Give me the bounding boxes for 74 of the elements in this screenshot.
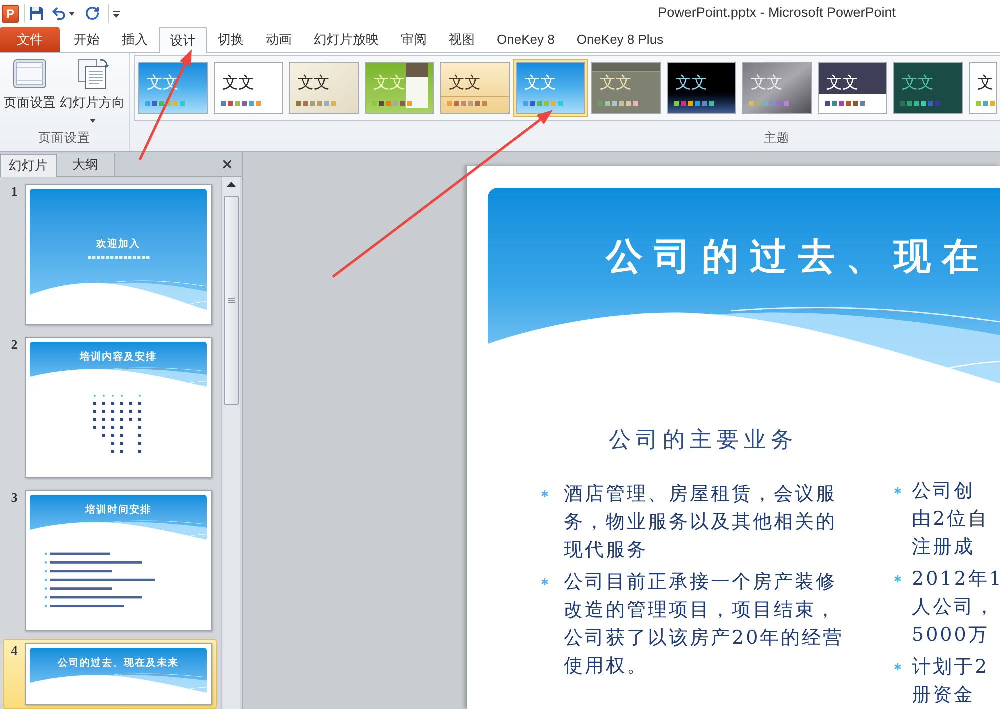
ribbon-tab[interactable]: 开始 (63, 27, 111, 52)
file-tab[interactable]: 文件 (0, 27, 60, 52)
ribbon-tab[interactable]: 幻灯片放映 (303, 27, 390, 52)
bullet-text-line: 计划于2 (912, 656, 990, 678)
group-label: 页面设置 (38, 130, 90, 148)
stacked-pages-icon (76, 58, 110, 90)
bullet-text: 酒店管理、房屋租赁，会议服务，物业服务以及其他相关的现代服务 (564, 482, 838, 563)
thumbnail-title: 培训内容及安排 (80, 352, 157, 364)
theme-sample-text: 文文 (524, 75, 556, 93)
bullet-text-line: 2012年1 (912, 568, 1000, 590)
thumbnail-title: 培训时间安排 (86, 505, 152, 517)
theme-sample-text: 文文 (674, 75, 708, 93)
slide-number: 1 (11, 184, 18, 201)
thumbnail-title: 欢迎加入 (96, 239, 140, 251)
ribbon-tab[interactable]: OneKey 8 Plus (566, 27, 675, 52)
repeat-icon[interactable] (85, 6, 100, 21)
page-frame-icon (13, 59, 47, 89)
ribbon-tab[interactable]: 审阅 (390, 27, 438, 52)
save-icon[interactable] (29, 6, 44, 21)
thumbnail-title: 公司的过去、现在及未来 (58, 658, 179, 670)
bullet-text-line: 注册成 (912, 536, 975, 558)
bullet-text-line: 册资金 (912, 684, 975, 706)
slide-list-item[interactable]: 3 培训时间安排 (3, 486, 217, 635)
theme-thumbnail[interactable]: 文文 (437, 59, 512, 117)
caret-icon[interactable] (69, 12, 75, 16)
ribbon-tab[interactable]: 动画 (255, 27, 303, 52)
slide-list-item[interactable]: 1 欢迎加入 (3, 180, 217, 329)
slide-subheading: 公司的主要业务 (609, 427, 798, 455)
ribbon-button[interactable]: 幻灯片方向 (59, 57, 126, 123)
undo-icon[interactable] (51, 6, 67, 22)
theme-sample-text: 文文 (901, 75, 934, 93)
window-title: PowerPoint.pptx - Microsoft PowerPoint (658, 4, 896, 22)
slide-number: 4 (11, 643, 18, 660)
theme-sample-text: 文文 (750, 75, 783, 93)
slide-list-item[interactable]: 2 培训内容及安排 (3, 333, 217, 482)
theme-sample-text: 文文 (448, 75, 481, 93)
bullet-text-line: 由2位自 (912, 508, 990, 530)
slide-list-item[interactable]: 4 公司的过去、现在及未来 (3, 639, 217, 709)
theme-thumbnail[interactable]: 文文 (286, 59, 362, 117)
theme-sample-text: 文文 (599, 75, 632, 93)
theme-sample-text: 文文 (297, 75, 330, 93)
asterisk-icon (539, 576, 551, 588)
caret-icon[interactable] (90, 119, 96, 123)
slide-number: 2 (11, 337, 18, 354)
theme-thumbnail[interactable]: 文文 (890, 59, 966, 117)
theme-sample-text: 文 (976, 75, 994, 93)
customize-menu-icon[interactable] (113, 10, 120, 18)
slide-title: 公司的过去、现在 (606, 233, 990, 280)
bullet-text-line: 5000万 (912, 624, 990, 646)
text-lines-drawing (88, 256, 150, 259)
scroll-up-arrow-icon[interactable] (226, 182, 236, 187)
scroll-thumb[interactable] (224, 196, 238, 405)
ribbon-tab[interactable]: 视图 (438, 27, 486, 52)
theme-sample-text: 文文 (826, 75, 858, 93)
asterisk-icon (892, 485, 904, 497)
asterisk-icon (892, 661, 904, 673)
ribbon-tab[interactable]: OneKey 8 (486, 27, 566, 52)
asterisk-icon (539, 488, 551, 500)
bullet-text-line: 人公司， (912, 596, 996, 618)
ribbon-button[interactable]: 页面设置 (3, 57, 57, 123)
ribbon-tab[interactable]: 设计 (159, 27, 207, 53)
pane-tab[interactable]: 大纲 (57, 154, 115, 176)
bullet-text-line: 公司创 (912, 480, 975, 502)
asterisk-icon (892, 573, 904, 585)
ribbon-tab[interactable]: 插入 (111, 27, 159, 52)
grip-icon (228, 298, 234, 303)
theme-sample-text: 文文 (372, 75, 406, 93)
pane-tab[interactable]: 幻灯片 (0, 154, 57, 177)
group-label: 主题 (764, 130, 790, 148)
theme-sample-text: 文文 (222, 75, 254, 93)
slide-number: 3 (11, 490, 18, 507)
close-icon[interactable] (221, 158, 234, 171)
bullet-text: 公司目前正承接一个房产装修改造的管理项目，项目结束，公司获了以该房产20年的经营使用权。 (564, 570, 846, 679)
ribbon-tab[interactable]: 切换 (207, 27, 255, 52)
